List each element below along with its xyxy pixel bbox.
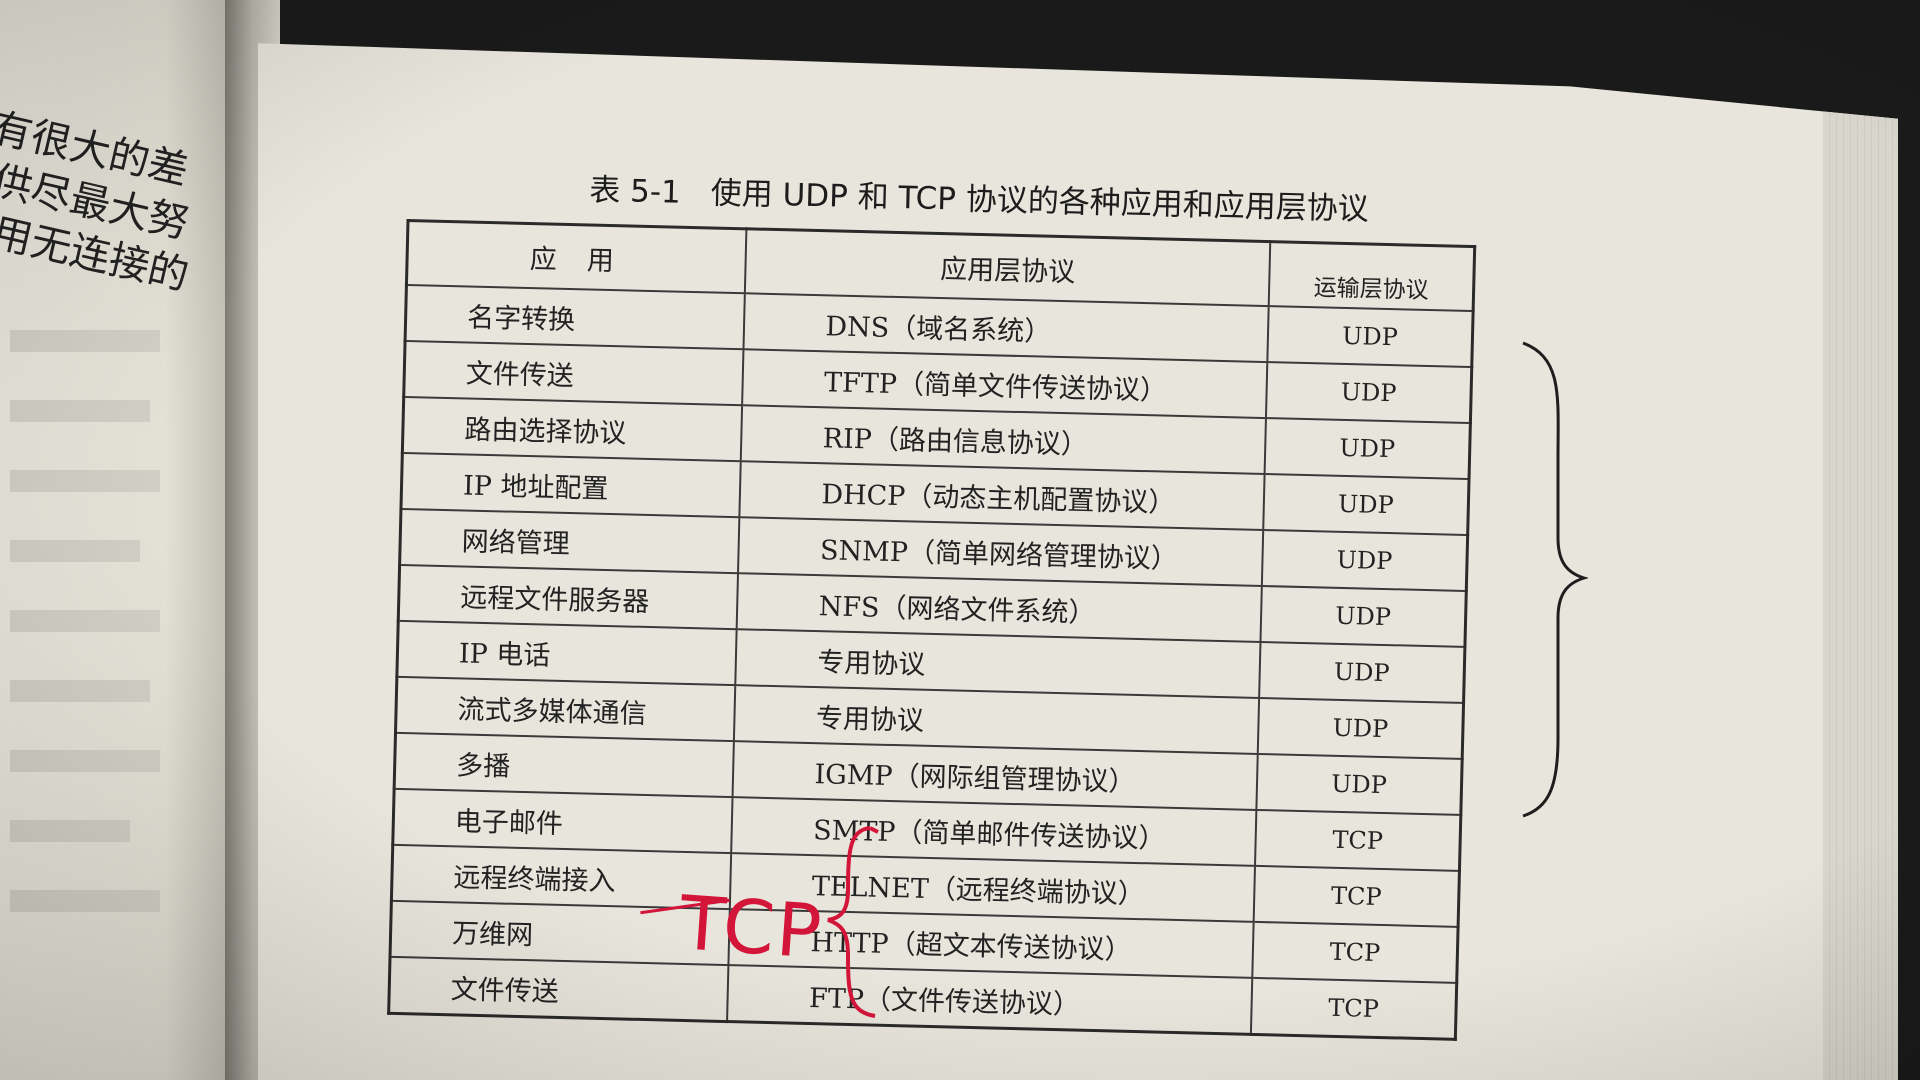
cell-application: 路由选择协议 [402,396,743,462]
handwritten-tcp-label: TCP [677,880,826,976]
cell-application: 文件传送 [388,956,729,1022]
red-curly-brace [827,826,876,1018]
protocol-table: 应用 应用层协议 运输层协议 名字转换 DNS（域名系统） UDP 文件传送 TFTP（… [387,218,1477,1041]
faint-text-line [10,540,140,562]
cell-transport: UDP [1260,585,1467,647]
cell-application: 流式多媒体通信 [395,676,736,742]
faint-text-line [10,820,130,842]
cell-transport: TCP [1253,865,1460,927]
cell-application: 多播 [394,732,735,798]
page-edge [1823,110,1898,1080]
cell-application: 文件传送 [403,340,744,406]
black-brace-annotation [1522,341,1588,818]
cell-transport: UDP [1256,753,1463,815]
faint-text-line [10,330,160,352]
cell-transport: TCP [1250,977,1457,1040]
black-curly-brace [1522,341,1588,818]
cell-transport: UDP [1263,474,1470,536]
cell-transport: TCP [1255,809,1461,871]
cell-transport: TCP [1252,921,1459,983]
red-hook [869,826,879,834]
table-body: 名字转换 DNS（域名系统） UDP 文件传送 TFTP（简单文件传送协议） UDP 路由选… [388,284,1474,1040]
cell-application: IP 地址配置 [400,452,742,518]
cell-application: 网络管理 [399,508,740,574]
faint-text-line [10,400,150,422]
red-brace-annotation [827,826,879,1018]
cell-app-protocol: FTP（文件传送协议） [727,965,1253,1035]
faint-text-line [10,610,160,632]
cell-transport: UDP [1259,641,1465,703]
cell-transport: UDP [1257,697,1464,759]
header-transport: 运输层协议 [1268,241,1475,312]
table-block: 表 5-1 使用 UDP 和 TCP 协议的各种应用和应用层协议 应用 应用层协议… [387,160,1558,1043]
faint-text-line [10,470,160,492]
faint-text-line [10,680,150,702]
cell-transport: UDP [1267,306,1474,368]
cell-application: 远程终端接入 [391,844,732,910]
cell-transport: UDP [1266,362,1472,424]
cell-application: 远程文件服务器 [398,564,739,630]
faint-text-line [10,890,160,912]
faint-text-line [10,750,160,772]
cell-transport: UDP [1261,530,1468,591]
cell-application: 名字转换 [405,284,746,350]
cell-application: 电子邮件 [392,788,733,854]
table-caption-text: 使用 UDP 和 TCP 协议的各种应用和应用层协议 [710,175,1370,228]
left-page: 有很大的差 供尽最大努 用无连接的 [0,0,237,1080]
header-application: 应用 [406,220,747,294]
cell-transport: UDP [1264,418,1471,480]
table-number: 表 5-1 [588,172,682,211]
cell-application: IP 电话 [396,620,738,686]
